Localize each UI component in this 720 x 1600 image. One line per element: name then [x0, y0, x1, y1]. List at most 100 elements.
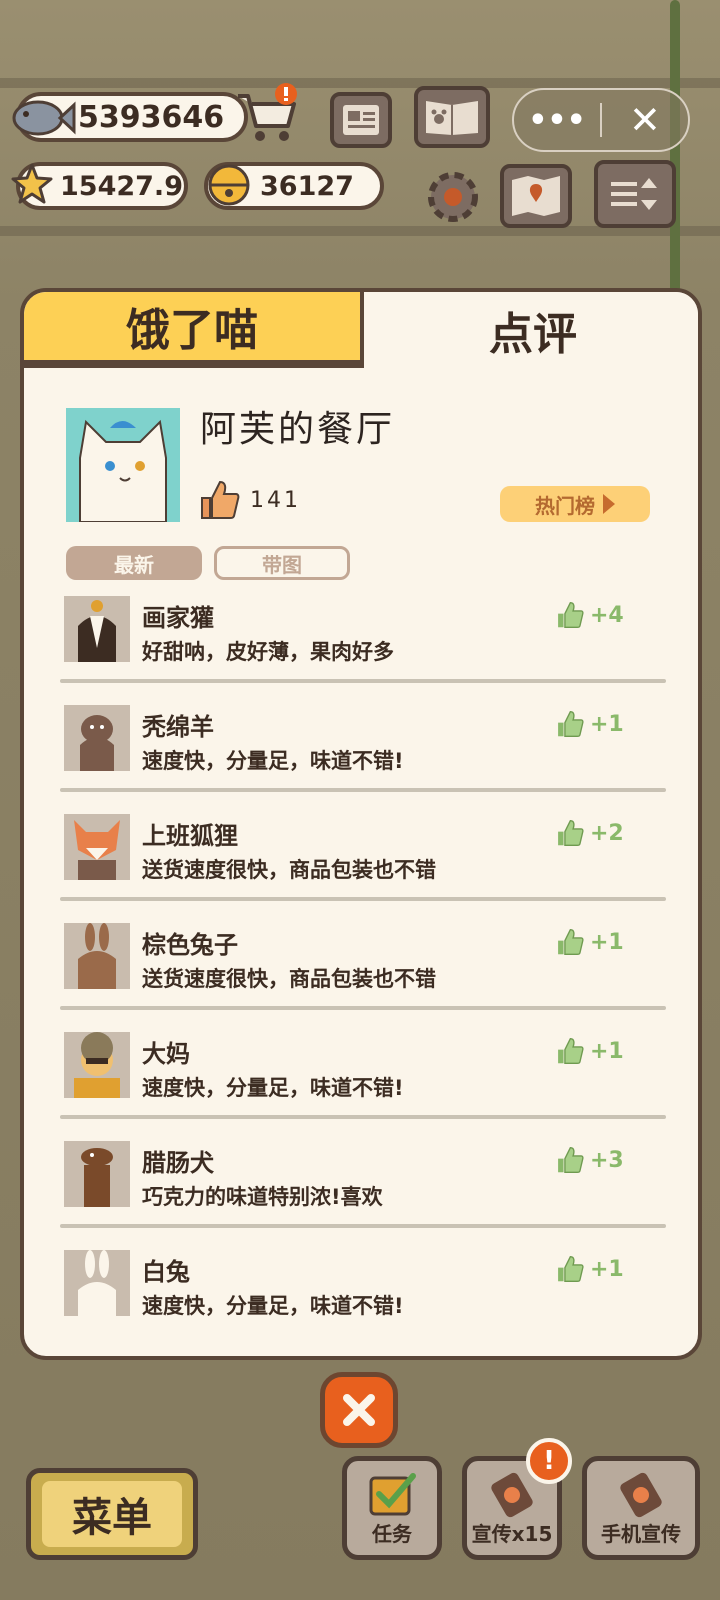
review-comment: 送货速度很快，商品包装也不错	[142, 967, 436, 991]
review-like-count: +1	[590, 1256, 624, 1282]
cat-book-button[interactable]	[414, 86, 490, 148]
sheep-avatar	[64, 705, 130, 771]
review-like-button[interactable]: +2	[554, 818, 624, 848]
hot-ranking-label: 热门榜	[535, 493, 595, 518]
tab-review[interactable]: 点评	[364, 292, 698, 368]
row-divider	[60, 1006, 666, 1010]
review-like-count: +1	[590, 1038, 624, 1064]
close-dialog-button[interactable]	[320, 1372, 398, 1448]
play-arrow-icon	[603, 494, 615, 514]
white-cat-icon	[66, 408, 180, 523]
thumbs-up-icon	[558, 1256, 584, 1282]
bell-count: 36127	[260, 170, 354, 202]
phone-promo-icon	[491, 1472, 533, 1518]
phone-promote-label: 手机宣传	[601, 1522, 681, 1546]
review-like-button[interactable]: +3	[554, 1145, 624, 1175]
review-dialog: 饿了喵 点评 阿芙的餐厅 141 热门榜 最新 带图 画家獾 好甜呐，皮好薄，果…	[20, 288, 702, 1360]
reviewer-name: 腊肠犬	[142, 1149, 214, 1177]
reviewer-name: 秃绵羊	[142, 713, 214, 741]
newspaper-icon	[343, 105, 379, 135]
restaurant-avatar	[66, 408, 180, 523]
review-row: 腊肠犬 巧克力的味道特别浓!喜欢 +3	[60, 1137, 666, 1246]
review-like-button[interactable]: +1	[554, 1036, 624, 1066]
reviewer-name: 白兔	[142, 1258, 190, 1286]
fish-icon	[10, 90, 76, 146]
sort-toggle-icon	[611, 178, 657, 210]
phone-promote-button[interactable]: 手机宣传	[582, 1456, 700, 1560]
menu-label: 菜单	[42, 1481, 182, 1547]
review-like-count: +2	[590, 820, 624, 846]
task-label: 任务	[372, 1522, 412, 1546]
filter-latest-button[interactable]: 最新	[66, 546, 202, 580]
review-like-button[interactable]: +1	[554, 927, 624, 957]
star-icon	[8, 160, 56, 208]
row-divider	[60, 1115, 666, 1119]
reviewer-name: 上班狐狸	[142, 822, 238, 850]
menu-button[interactable]: 菜单	[26, 1468, 198, 1560]
map-icon	[512, 176, 560, 216]
checklist-icon	[369, 1473, 416, 1516]
tab-elemiao[interactable]: 饿了喵	[24, 292, 364, 368]
review-like-button[interactable]: +1	[554, 709, 624, 739]
thumbs-up-icon	[558, 929, 584, 955]
mini-program-capsule: ••• ✕	[512, 88, 690, 152]
restaurant-name: 阿芙的餐厅	[200, 409, 396, 450]
thumbs-up-icon	[558, 1038, 584, 1064]
phone-icon	[620, 1472, 662, 1518]
review-row: 上班狐狸 送货速度很快，商品包装也不错 +2	[60, 810, 666, 919]
review-like-button[interactable]: +4	[554, 600, 624, 630]
task-button[interactable]: 任务	[342, 1456, 442, 1560]
review-like-count: +1	[590, 711, 624, 737]
white-rabbit-avatar	[64, 1250, 130, 1316]
review-comment: 巧克力的味道特别浓!喜欢	[142, 1185, 383, 1209]
hot-ranking-button[interactable]: 热门榜	[500, 486, 650, 522]
filter-with-image-button[interactable]: 带图	[214, 546, 350, 580]
fish-count: 5393646	[78, 99, 225, 135]
thumbs-up-icon[interactable]	[196, 478, 240, 526]
review-like-count: +3	[590, 1147, 624, 1173]
review-row: 白兔 速度快，分量足，味道不错! +1	[60, 1246, 666, 1355]
reviewer-name: 画家獾	[142, 604, 214, 632]
brown-rabbit-avatar	[64, 923, 130, 989]
reviewer-name: 大妈	[142, 1040, 190, 1068]
review-comment: 送货速度很快，商品包装也不错	[142, 858, 436, 882]
review-comment: 速度快，分量足，味道不错!	[142, 1076, 404, 1100]
review-comment: 速度快，分量足，味道不错!	[142, 749, 404, 773]
review-row: 棕色兔子 送货速度很快，商品包装也不错 +1	[60, 919, 666, 1028]
thumbs-up-icon	[558, 820, 584, 846]
bell-icon	[204, 160, 254, 210]
review-row: 大妈 速度快，分量足，味道不错! +1	[60, 1028, 666, 1137]
review-like-button[interactable]: +1	[554, 1254, 624, 1284]
row-divider	[60, 897, 666, 901]
dachshund-avatar	[64, 1141, 130, 1207]
restaurant-like-count: 141	[250, 488, 301, 513]
review-list[interactable]: 画家獾 好甜呐，皮好薄，果肉好多 +4 秃绵羊 速度快，分量足，味道不错! +1	[60, 592, 666, 1355]
settings-gear-icon[interactable]	[422, 166, 484, 228]
review-comment: 速度快，分量足，味道不错!	[142, 1294, 404, 1318]
review-row: 秃绵羊 速度快，分量足，味道不错! +1	[60, 701, 666, 810]
row-divider	[60, 1224, 666, 1228]
thumbs-up-icon	[558, 602, 584, 628]
auntie-avatar	[64, 1032, 130, 1098]
review-like-count: +1	[590, 929, 624, 955]
paw-book-icon	[426, 101, 478, 135]
news-button[interactable]	[330, 92, 392, 148]
shop-cart-icon[interactable]	[232, 82, 302, 148]
fox-avatar	[64, 814, 130, 880]
map-button[interactable]	[500, 164, 572, 228]
review-row: 画家獾 好甜呐，皮好薄，果肉好多 +4	[60, 592, 666, 701]
reviewer-name: 棕色兔子	[142, 931, 238, 959]
review-like-count: +4	[590, 602, 624, 628]
close-icon	[343, 1394, 375, 1426]
more-options-icon[interactable]: •••	[514, 103, 600, 138]
badger-avatar	[64, 596, 130, 662]
sort-button[interactable]	[594, 160, 676, 228]
thumbs-up-icon	[558, 1147, 584, 1173]
star-count: 15427.9	[60, 170, 183, 202]
alert-badge-icon: !	[526, 1438, 572, 1484]
promote-label: 宣传x15	[471, 1522, 553, 1546]
thumbs-up-icon	[558, 711, 584, 737]
review-comment: 好甜呐，皮好薄，果肉好多	[142, 640, 394, 664]
close-icon[interactable]: ✕	[602, 98, 688, 142]
row-divider	[60, 788, 666, 792]
